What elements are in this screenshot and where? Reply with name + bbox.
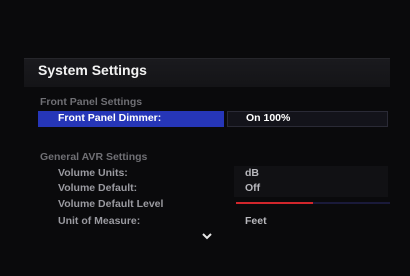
front-panel-dimmer-row[interactable]: Front Panel Dimmer: On 100% xyxy=(38,111,390,127)
section-heading-front-panel: Front Panel Settings xyxy=(40,96,143,108)
unit-of-measure-value[interactable]: Feet xyxy=(245,215,267,227)
volume-default-level-label: Volume Default Level xyxy=(58,198,164,210)
volume-default-row[interactable]: Volume Default: Off xyxy=(38,181,390,197)
volume-units-value[interactable]: dB xyxy=(245,167,259,179)
chevron-down-icon-svg xyxy=(202,233,212,240)
settings-screen: System Settings Front Panel Settings Fro… xyxy=(0,0,410,276)
volume-level-slider[interactable] xyxy=(236,202,390,204)
volume-default-level-row[interactable]: Volume Default Level xyxy=(38,197,390,213)
page-title: System Settings xyxy=(38,62,147,78)
volume-units-label: Volume Units: xyxy=(58,167,128,179)
front-panel-dimmer-label: Front Panel Dimmer: xyxy=(58,112,162,124)
volume-default-value[interactable]: Off xyxy=(245,182,260,194)
unit-of-measure-row[interactable]: Unit of Measure: Feet xyxy=(38,214,390,230)
front-panel-dimmer-value[interactable]: On 100% xyxy=(246,112,290,124)
unit-of-measure-label: Unit of Measure: xyxy=(58,215,141,227)
chevron-down-icon[interactable] xyxy=(202,231,212,243)
volume-units-row[interactable]: Volume Units: dB xyxy=(38,166,390,182)
volume-level-fill xyxy=(236,202,313,204)
section-heading-general-avr: General AVR Settings xyxy=(40,151,148,163)
volume-default-label: Volume Default: xyxy=(58,182,138,194)
